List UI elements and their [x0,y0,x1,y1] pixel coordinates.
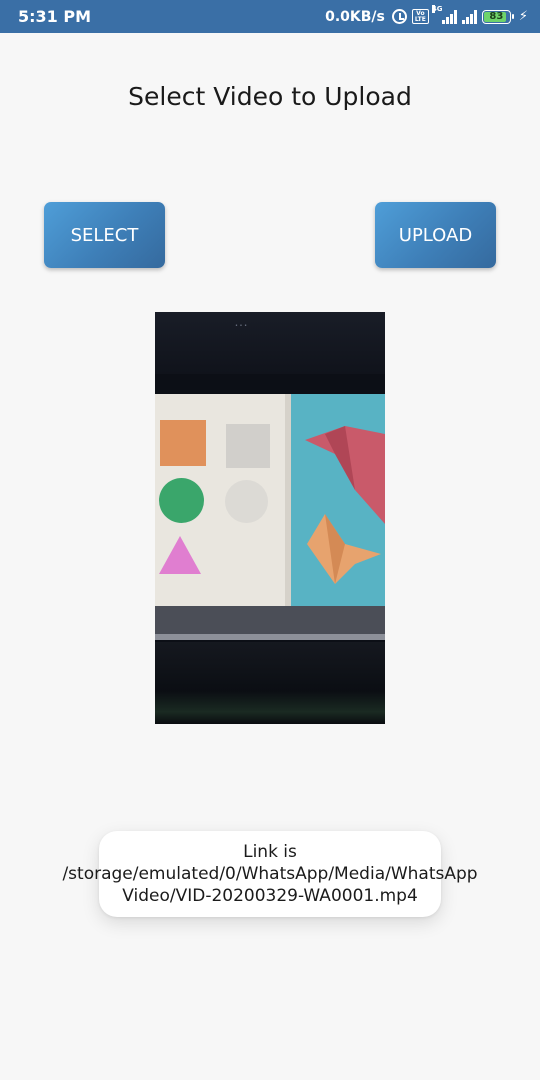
thumb-divider [285,394,291,606]
status-bar: 5:31 PM 0.0KB/s Vo LTE 4G 83 ⚡ [0,0,540,33]
upload-button[interactable]: UPLOAD [375,202,496,268]
toast-message: Link is /storage/emulated/0/WhatsApp/Med… [62,831,478,917]
alarm-icon [391,9,407,24]
green-circle-shape [159,478,204,523]
thumb-right-panel [285,394,385,606]
status-icons: 0.0KB/s Vo LTE 4G 83 ⚡ [325,4,528,25]
signal-4g-icon: 4G [431,4,457,24]
battery-icon: 83 [481,9,514,24]
page-title: Select Video to Upload [128,82,412,111]
volte-icon: Vo LTE [411,9,429,24]
orange-square-shape [160,420,206,466]
thumb-bottom-strip [155,634,385,640]
charging-bolt-icon: ⚡ [518,9,528,24]
pink-triangle-shape [159,536,201,574]
battery-level: 83 [489,11,504,22]
gray-square-shape [226,424,270,468]
video-thumbnail[interactable]: • • • [155,312,385,724]
origami-bird-image [305,426,385,584]
signal-icon [461,9,477,24]
thumb-bottom-dark [155,642,385,724]
gray-circle-shape [225,480,268,523]
network-speed: 0.0KB/s [325,8,385,25]
status-time: 5:31 PM [18,7,92,26]
thumb-topbar: • • • [155,312,385,374]
select-button[interactable]: SELECT [44,202,165,268]
network-type-label: 4G [431,4,443,13]
